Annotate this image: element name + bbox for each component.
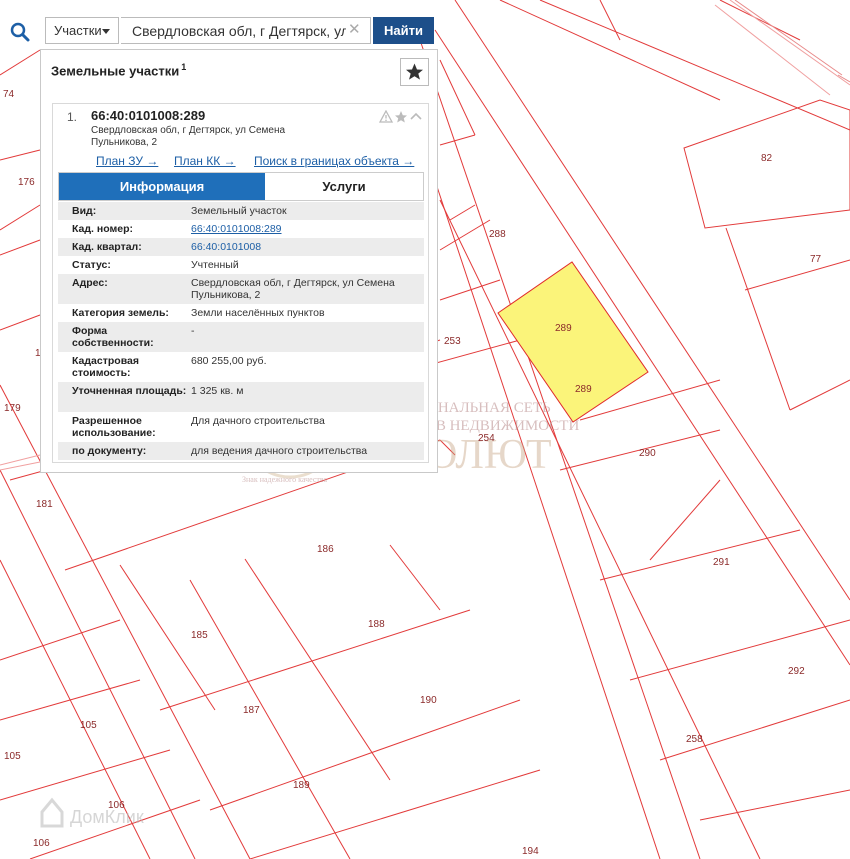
plot-label: 189 xyxy=(293,780,310,791)
star-icon xyxy=(406,63,423,80)
plot-label: 185 xyxy=(191,630,208,641)
plot-label: 176 xyxy=(18,177,35,188)
plot-label: 186 xyxy=(317,544,334,555)
info-row-ownership: Форма собственности: - xyxy=(58,322,424,352)
plot-label: 291 xyxy=(713,557,730,568)
info-table: Вид: Земельный участок Кад. номер: 66:40… xyxy=(58,202,424,460)
plot-label: 188 xyxy=(368,619,385,630)
item-index: 1. xyxy=(67,110,78,124)
info-label: по документу: xyxy=(72,445,147,457)
favorites-button[interactable] xyxy=(400,58,429,86)
results-count: 1 xyxy=(181,62,187,72)
info-label: Статус: xyxy=(72,259,111,271)
plot-label: 290 xyxy=(639,448,656,459)
plot-label: 258 xyxy=(686,734,703,745)
item-address: Свердловская обл, г Дегтярск, ул Семена … xyxy=(91,125,286,148)
results-panel: Земельные участки 1 1. 66:40:0101008:289 … xyxy=(40,49,438,473)
plot-label: 194 xyxy=(522,846,539,857)
parcel-card: 1. 66:40:0101008:289 Свердловская обл, г… xyxy=(52,103,429,463)
search-in-bounds-link[interactable]: Поиск в границах объекта → xyxy=(254,154,414,168)
plot-label: 187 xyxy=(243,705,260,716)
info-label: Кад. номер: xyxy=(72,223,134,235)
plot-label: 289 xyxy=(575,384,592,395)
info-value: 1 325 кв. м xyxy=(191,385,244,397)
info-value: Земли населённых пунктов xyxy=(191,307,325,319)
tab-information[interactable]: Информация xyxy=(59,173,265,200)
search-icon[interactable] xyxy=(6,18,34,46)
info-label: Категория земель: xyxy=(72,307,169,319)
info-value: 680 255,00 руб. xyxy=(191,355,267,367)
plot-label: 254 xyxy=(478,433,495,444)
info-value: - xyxy=(191,325,195,337)
info-label: Адрес: xyxy=(72,277,108,289)
domclick-text: ДомКлик xyxy=(70,807,144,827)
road-strip-2 xyxy=(734,0,850,83)
info-row-area: Уточненная площадь: 1 325 кв. м xyxy=(58,382,424,412)
info-row-cadastral-value: Кадастровая стоимость: 680 255,00 руб. xyxy=(58,352,424,382)
domclick-logo: ДомКлик xyxy=(40,797,144,828)
cadastral-number-link[interactable]: 66:40:0101008:289 xyxy=(191,223,417,235)
info-row-by-document: по документу: для ведения дачного строит… xyxy=(58,442,424,460)
info-label: Вид: xyxy=(72,205,97,217)
plan-kk-link[interactable]: План КК → xyxy=(174,154,236,168)
info-row-cad-quarter: Кад. квартал: 66:40:0101008 xyxy=(58,238,424,256)
plot-label: 105 xyxy=(80,720,97,731)
selected-parcel[interactable] xyxy=(497,261,649,423)
warning-icon[interactable] xyxy=(378,109,394,123)
star-outline-icon[interactable] xyxy=(395,111,407,123)
info-label: Форма собственности: xyxy=(72,325,154,349)
cadastral-quarter-link[interactable]: 66:40:0101008 xyxy=(191,241,417,253)
plot-label: 190 xyxy=(420,695,437,706)
plot-label: 179 xyxy=(4,403,21,414)
info-label: Разрешенное использование: xyxy=(72,415,156,439)
plot-label: 288 xyxy=(489,229,506,240)
info-value: для ведения дачного строительства xyxy=(191,445,368,457)
plot-label: 181 xyxy=(36,499,53,510)
item-cadastral-number[interactable]: 66:40:0101008:289 xyxy=(91,108,205,123)
plot-label: 289 xyxy=(555,323,572,334)
chevron-up-icon[interactable] xyxy=(410,112,422,120)
info-row-type: Вид: Земельный участок xyxy=(58,202,424,220)
info-value: Свердловская обл, г Дегтярск, ул Семена … xyxy=(191,277,395,301)
plan-zu-link[interactable]: План ЗУ → xyxy=(96,154,158,168)
info-row-cad-number: Кад. номер: 66:40:0101008:289 xyxy=(58,220,424,238)
search-bar: Участки ✕ Найти xyxy=(0,12,440,50)
clear-icon[interactable]: ✕ xyxy=(348,22,361,38)
info-label: Кад. квартал: xyxy=(72,241,142,253)
layer-select[interactable]: Участки xyxy=(45,17,119,44)
info-row-status: Статус: Учтенный xyxy=(58,256,424,274)
info-row-address: Адрес: Свердловская обл, г Дегтярск, ул … xyxy=(58,274,424,304)
info-value: Земельный участок xyxy=(191,205,287,217)
item-actions xyxy=(378,109,425,124)
plot-label: 292 xyxy=(788,666,805,677)
layer-select-value: Участки xyxy=(54,23,102,38)
find-button[interactable]: Найти xyxy=(373,17,434,44)
plot-label: 253 xyxy=(444,336,461,347)
chevron-down-icon xyxy=(102,29,110,34)
info-row-permitted-use: Разрешенное использование: Для дачного с… xyxy=(58,412,424,442)
panel-title: Земельные участки 1 xyxy=(51,62,186,78)
search-input[interactable] xyxy=(121,17,371,44)
watermark-motto: Знак надежного качества xyxy=(242,475,328,484)
info-label: Уточненная площадь: xyxy=(72,385,187,397)
plot-label: 74 xyxy=(3,89,15,100)
info-label: Кадастровая стоимость: xyxy=(72,355,139,379)
plot-label: 82 xyxy=(761,153,773,164)
panel-title-text: Земельные участки xyxy=(51,63,180,79)
info-value: Учтенный xyxy=(191,259,239,271)
plot-label: 105 xyxy=(4,751,21,762)
plot-label: 77 xyxy=(810,254,822,265)
tab-services[interactable]: Услуги xyxy=(265,173,423,200)
info-value: Для дачного строительства xyxy=(191,415,325,427)
plot-label: 106 xyxy=(33,838,50,849)
info-row-land-category: Категория земель: Земли населённых пункт… xyxy=(58,304,424,322)
card-tabs: Информация Услуги xyxy=(58,172,424,201)
